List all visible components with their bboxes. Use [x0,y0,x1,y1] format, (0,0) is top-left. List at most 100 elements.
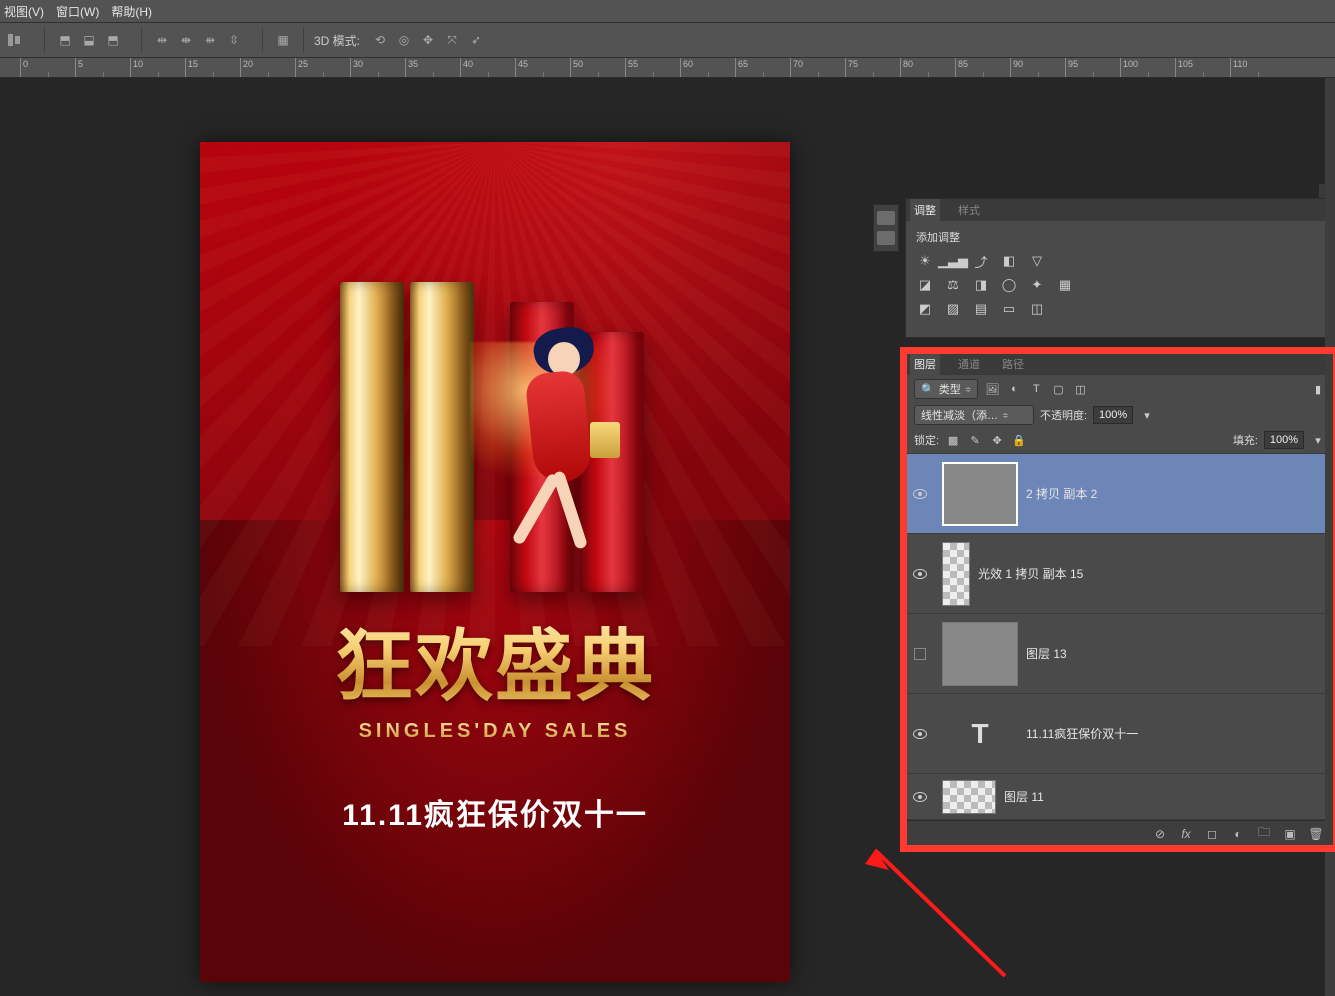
align-vcenter-icon[interactable]: ⬓ [79,30,99,50]
lock-position-icon[interactable]: ✥ [989,432,1005,448]
lock-label: 锁定: [914,432,939,448]
distribute-h3-icon[interactable]: ⇻ [200,30,220,50]
layer-name[interactable]: 光效 1 拷贝 副本 15 [978,565,1083,582]
3d-pan-icon[interactable]: ✥ [418,30,438,50]
tab-channels[interactable]: 通道 [954,353,984,375]
distribute-h2-icon[interactable]: ⇼ [176,30,196,50]
fill-adjust-icon[interactable]: ◐ [1230,826,1246,842]
tab-styles[interactable]: 样式 [954,199,984,221]
threshold-icon[interactable]: ▤ [972,301,990,317]
tab-paths[interactable]: 路径 [998,353,1028,375]
gradient-map-icon[interactable]: ▭ [1000,301,1018,317]
3d-zoom-icon[interactable]: ➶ [466,30,486,50]
vibrance-icon[interactable]: ▽ [1028,253,1046,269]
link-layers-icon[interactable]: ⊘ [1152,826,1168,842]
filter-adjust-icon[interactable]: ◐ [1006,381,1022,397]
layer-visibility-toggle[interactable] [906,729,934,739]
document-canvas[interactable]: 狂欢盛典 SINGLES'DAY SALES 11.11疯狂保价双十一 [200,142,790,982]
opacity-dropdown-icon[interactable]: ▾ [1139,407,1155,423]
photo-filter-icon[interactable]: ◯ [1000,277,1018,293]
brightness-contrast-icon[interactable]: ☀ [916,253,934,269]
levels-icon[interactable]: ▁▃▅ [944,253,962,269]
layer-thumbnail[interactable] [942,780,996,814]
layer-visibility-toggle[interactable] [906,648,934,660]
menu-help[interactable]: 帮助(H) [111,3,152,20]
layer-row[interactable]: T 11.11疯狂保价双十一 [906,694,1334,774]
new-layer-icon[interactable]: ▣ [1282,826,1298,842]
layer-row[interactable]: 2 拷贝 副本 2 [906,454,1334,534]
horizontal-ruler: 0510152025303540455055606570758085909510… [0,58,1335,78]
3d-slide-icon[interactable]: ⤧ [442,30,462,50]
fill-dropdown-icon[interactable]: ▾ [1310,432,1326,448]
layer-thumbnail[interactable] [942,622,1018,686]
ruler-tick: 25 [295,58,350,77]
tab-layers[interactable]: 图层 [910,353,940,375]
ruler-tick: 80 [900,58,955,77]
menu-view[interactable]: 视图(V) [4,3,44,20]
ruler-tick: 20 [240,58,295,77]
bw-icon[interactable]: ◨ [972,277,990,293]
menu-window[interactable]: 窗口(W) [56,3,99,20]
selective-color-icon[interactable]: ◫ [1028,301,1046,317]
layer-mask-icon[interactable]: ◻ [1204,826,1220,842]
layer-visibility-toggle[interactable] [906,489,934,499]
auto-align-icon[interactable]: ▦ [273,30,293,50]
align-layers-icon[interactable] [6,30,26,50]
layer-name[interactable]: 2 拷贝 副本 2 [1026,485,1097,502]
group-icon[interactable]: 🗀 [1256,826,1272,842]
3d-roll-icon[interactable]: ◎ [394,30,414,50]
fill-label: 填充: [1233,432,1258,448]
filter-pixel-icon[interactable]: 🖼 [984,381,1000,397]
lock-all-icon[interactable]: 🔒 [1011,432,1027,448]
filter-shape-icon[interactable]: ▢ [1050,381,1066,397]
ruler-tick: 15 [185,58,240,77]
layer-thumbnail[interactable] [942,462,1018,526]
visibility-empty-icon [914,648,926,660]
layer-filter-kind-select[interactable]: 🔍类型≑ [914,379,978,399]
layer-thumbnail[interactable]: T [942,702,1018,766]
collapsed-panel-icon[interactable] [877,231,895,245]
layer-name[interactable]: 图层 13 [1026,645,1067,662]
tab-adjustments[interactable]: 调整 [910,199,940,221]
distribute-h-icon[interactable]: ⇹ [152,30,172,50]
layer-thumbnail[interactable] [942,542,970,606]
fill-input[interactable]: 100% [1264,431,1304,449]
color-lookup-icon[interactable]: ▦ [1056,277,1074,293]
opacity-input[interactable]: 100% [1093,406,1133,424]
curves-icon[interactable]: ⤴ [972,253,990,269]
layer-fx-icon[interactable]: fx [1178,826,1194,842]
filter-toggle-icon[interactable]: ▮ [1310,381,1326,397]
right-scrollbar[interactable] [1325,78,1335,996]
layer-row[interactable]: 光效 1 拷贝 副本 15 [906,534,1334,614]
layer-row[interactable]: 图层 13 [906,614,1334,694]
layer-visibility-toggle[interactable] [906,569,934,579]
adjustments-panel: 调整 样式 添加调整 ☀ ▁▃▅ ⤴ ◧ ▽ ◪ ⚖ ◨ ◯ ✦ [905,198,1335,338]
channel-mixer-icon[interactable]: ✦ [1028,277,1046,293]
align-top-icon[interactable]: ⬒ [55,30,75,50]
layer-name[interactable]: 11.11疯狂保价双十一 [1026,725,1138,742]
collapsed-panel-strip[interactable] [873,204,899,252]
blend-mode-select[interactable]: 线性减淡（添…≑ [914,405,1034,425]
shopper-illustration [510,332,630,552]
layer-visibility-toggle[interactable] [906,792,934,802]
hue-sat-icon[interactable]: ◪ [916,277,934,293]
exposure-icon[interactable]: ◧ [1000,253,1018,269]
distribute-v-icon[interactable]: ⇳ [224,30,244,50]
ruler-tick: 10 [130,58,185,77]
layer-name[interactable]: 图层 11 [1004,788,1044,805]
adjustments-tabbar: 调整 样式 [906,199,1334,221]
posterize-icon[interactable]: ▨ [944,301,962,317]
invert-icon[interactable]: ◩ [916,301,934,317]
adjustments-title: 添加调整 [916,229,1324,245]
lock-pixels-icon[interactable]: ✎ [967,432,983,448]
3d-orbit-icon[interactable]: ⟲ [370,30,390,50]
filter-type-icon[interactable]: T [1028,381,1044,397]
filter-smart-icon[interactable]: ◫ [1072,381,1088,397]
collapsed-panel-icon[interactable] [877,211,895,225]
align-bottom-icon[interactable]: ⬒ [103,30,123,50]
color-balance-icon[interactable]: ⚖ [944,277,962,293]
delete-layer-icon[interactable]: 🗑 [1308,826,1324,842]
separator [44,28,45,52]
layer-row[interactable]: 图层 11 [906,774,1334,820]
lock-transparency-icon[interactable]: ▩ [945,432,961,448]
